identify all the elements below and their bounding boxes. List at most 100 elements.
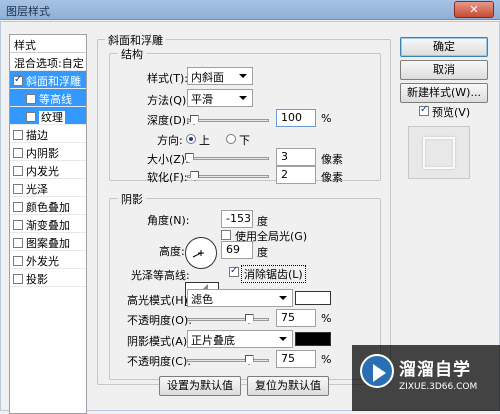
style-item-label: 内阴影 <box>26 147 59 160</box>
gloss-contour-label: 光泽等高线: <box>131 269 190 282</box>
anti-alias-label[interactable]: 消除锯齿(L) <box>241 265 306 283</box>
style-item-label: 斜面和浮雕 <box>26 75 81 88</box>
shadow-opacity-thumb[interactable] <box>244 355 254 365</box>
inner-shadow-checkbox[interactable] <box>13 148 23 158</box>
preview-label: 预览(V) <box>432 106 471 119</box>
watermark-title: 溜溜自学 <box>399 360 471 380</box>
style-preview <box>408 126 470 179</box>
altitude-input[interactable]: 69 <box>221 241 253 259</box>
shadow-opacity-unit: % <box>321 353 332 366</box>
style-item-color-overlay[interactable]: 颜色叠加 <box>10 197 86 215</box>
direction-up-label: 上 <box>199 134 210 147</box>
soften-slider-thumb[interactable] <box>190 171 200 181</box>
size-label: 大小(Z): <box>147 153 189 166</box>
new-style-button[interactable]: 新建样式(W)... <box>400 83 488 103</box>
shadow-opacity-slider[interactable] <box>187 355 269 365</box>
preview-checkbox[interactable] <box>419 104 429 116</box>
bevel-checkbox[interactable] <box>13 74 23 86</box>
highlight-mode-select[interactable]: 滤色 <box>187 289 293 307</box>
shadow-opacity-track <box>187 359 269 362</box>
shadow-mode-value: 正片叠底 <box>191 334 235 347</box>
style-item-contour[interactable]: 等高线 <box>10 89 86 107</box>
gradient-overlay-checkbox[interactable] <box>13 220 23 230</box>
angle-dial[interactable] <box>185 237 217 269</box>
depth-slider[interactable] <box>187 115 269 125</box>
title-bar[interactable]: 图层样式 ✕ <box>0 0 500 20</box>
style-label: 样式(T): <box>147 72 189 85</box>
pattern-overlay-checkbox[interactable] <box>13 238 23 248</box>
reset-default-button[interactable]: 复位为默认值 <box>247 376 329 396</box>
blend-options-item[interactable]: 混合选项:自定 <box>10 53 86 71</box>
altitude-unit: 度 <box>257 246 268 259</box>
shading-title: 阴影 <box>118 191 146 207</box>
styles-header[interactable]: 样式 <box>10 35 86 53</box>
highlight-opacity-slider[interactable] <box>187 314 269 324</box>
angle-input[interactable]: -153 <box>221 210 253 228</box>
depth-unit: % <box>321 112 332 125</box>
cancel-button[interactable]: 取消 <box>400 60 488 80</box>
shadow-opacity-input[interactable]: 75 <box>276 350 316 368</box>
close-button[interactable]: ✕ <box>454 1 494 18</box>
angle-label: 角度(N): <box>147 214 190 227</box>
highlight-mode-label: 高光模式(H): <box>127 294 192 307</box>
style-item-inner-shadow[interactable]: 内阴影 <box>10 143 86 161</box>
style-item-bevel[interactable]: 斜面和浮雕 <box>10 71 86 89</box>
style-item-label: 纹理 <box>39 111 65 124</box>
style-item-outer-glow[interactable]: 外发光 <box>10 251 86 269</box>
technique-select[interactable]: 平滑 <box>187 89 253 107</box>
direction-up-radio[interactable] <box>186 134 196 144</box>
inner-glow-checkbox[interactable] <box>13 166 23 176</box>
watermark: 溜溜自学 ZIXUE.3D66.COM <box>352 345 500 411</box>
depth-input[interactable]: 100 <box>276 109 316 127</box>
direction-down-radio[interactable] <box>226 134 236 144</box>
style-item-label: 光泽 <box>26 183 48 196</box>
highlight-opacity-thumb[interactable] <box>244 314 254 324</box>
texture-checkbox[interactable] <box>26 112 36 122</box>
bevel-style-select[interactable]: 内斜面 <box>187 67 253 85</box>
style-item-drop-shadow[interactable]: 投影 <box>10 269 86 287</box>
color-overlay-checkbox[interactable] <box>13 202 23 212</box>
outer-glow-checkbox[interactable] <box>13 256 23 266</box>
drop-shadow-checkbox[interactable] <box>13 274 23 284</box>
style-item-stroke[interactable]: 描边 <box>10 125 86 143</box>
style-item-gradient-overlay[interactable]: 渐变叠加 <box>10 215 86 233</box>
highlight-color-swatch[interactable] <box>295 291 331 305</box>
highlight-opacity-input[interactable]: 75 <box>276 309 316 327</box>
size-input[interactable]: 3 <box>276 148 316 166</box>
shadow-color-swatch[interactable] <box>295 332 331 346</box>
angle-dial-graphic <box>192 250 204 258</box>
style-item-label: 描边 <box>26 129 48 142</box>
anti-alias-checkbox[interactable] <box>229 265 239 277</box>
soften-slider[interactable] <box>187 171 269 181</box>
shadow-mode-label: 阴影模式(A): <box>127 335 191 348</box>
style-item-label: 等高线 <box>39 93 72 106</box>
style-item-label: 内发光 <box>26 165 59 178</box>
styles-list: 样式 混合选项:自定 斜面和浮雕 等高线 纹理 描边 内阴影 内发光 光泽 颜色… <box>9 34 87 414</box>
ok-button[interactable]: 确定 <box>400 37 488 57</box>
global-light-checkbox[interactable] <box>221 230 231 240</box>
style-item-texture[interactable]: 纹理 <box>10 107 86 125</box>
style-item-label: 外发光 <box>26 255 59 268</box>
soften-input[interactable]: 2 <box>276 166 316 184</box>
size-slider[interactable] <box>184 153 269 163</box>
size-slider-track <box>187 157 269 160</box>
shadow-opacity-label: 不透明度(C): <box>127 355 191 368</box>
depth-slider-track <box>187 119 269 122</box>
stroke-checkbox[interactable] <box>13 130 23 140</box>
bevel-style-value: 内斜面 <box>191 71 224 84</box>
style-item-inner-glow[interactable]: 内发光 <box>10 161 86 179</box>
direction-down-label: 下 <box>239 134 250 147</box>
highlight-mode-value: 滤色 <box>191 293 213 306</box>
make-default-button[interactable]: 设置为默认值 <box>159 376 241 396</box>
shadow-mode-select[interactable]: 正片叠底 <box>187 330 293 348</box>
style-item-pattern-overlay[interactable]: 图案叠加 <box>10 233 86 251</box>
structure-title: 结构 <box>118 46 146 62</box>
soften-label: 软化(F): <box>147 171 188 184</box>
contour-checkbox[interactable] <box>26 94 36 104</box>
depth-slider-thumb[interactable] <box>189 115 199 125</box>
style-item-satin[interactable]: 光泽 <box>10 179 86 197</box>
satin-checkbox[interactable] <box>13 184 23 194</box>
style-preview-sample <box>423 137 455 169</box>
size-unit: 像素 <box>321 153 343 166</box>
technique-value: 平滑 <box>191 93 213 106</box>
